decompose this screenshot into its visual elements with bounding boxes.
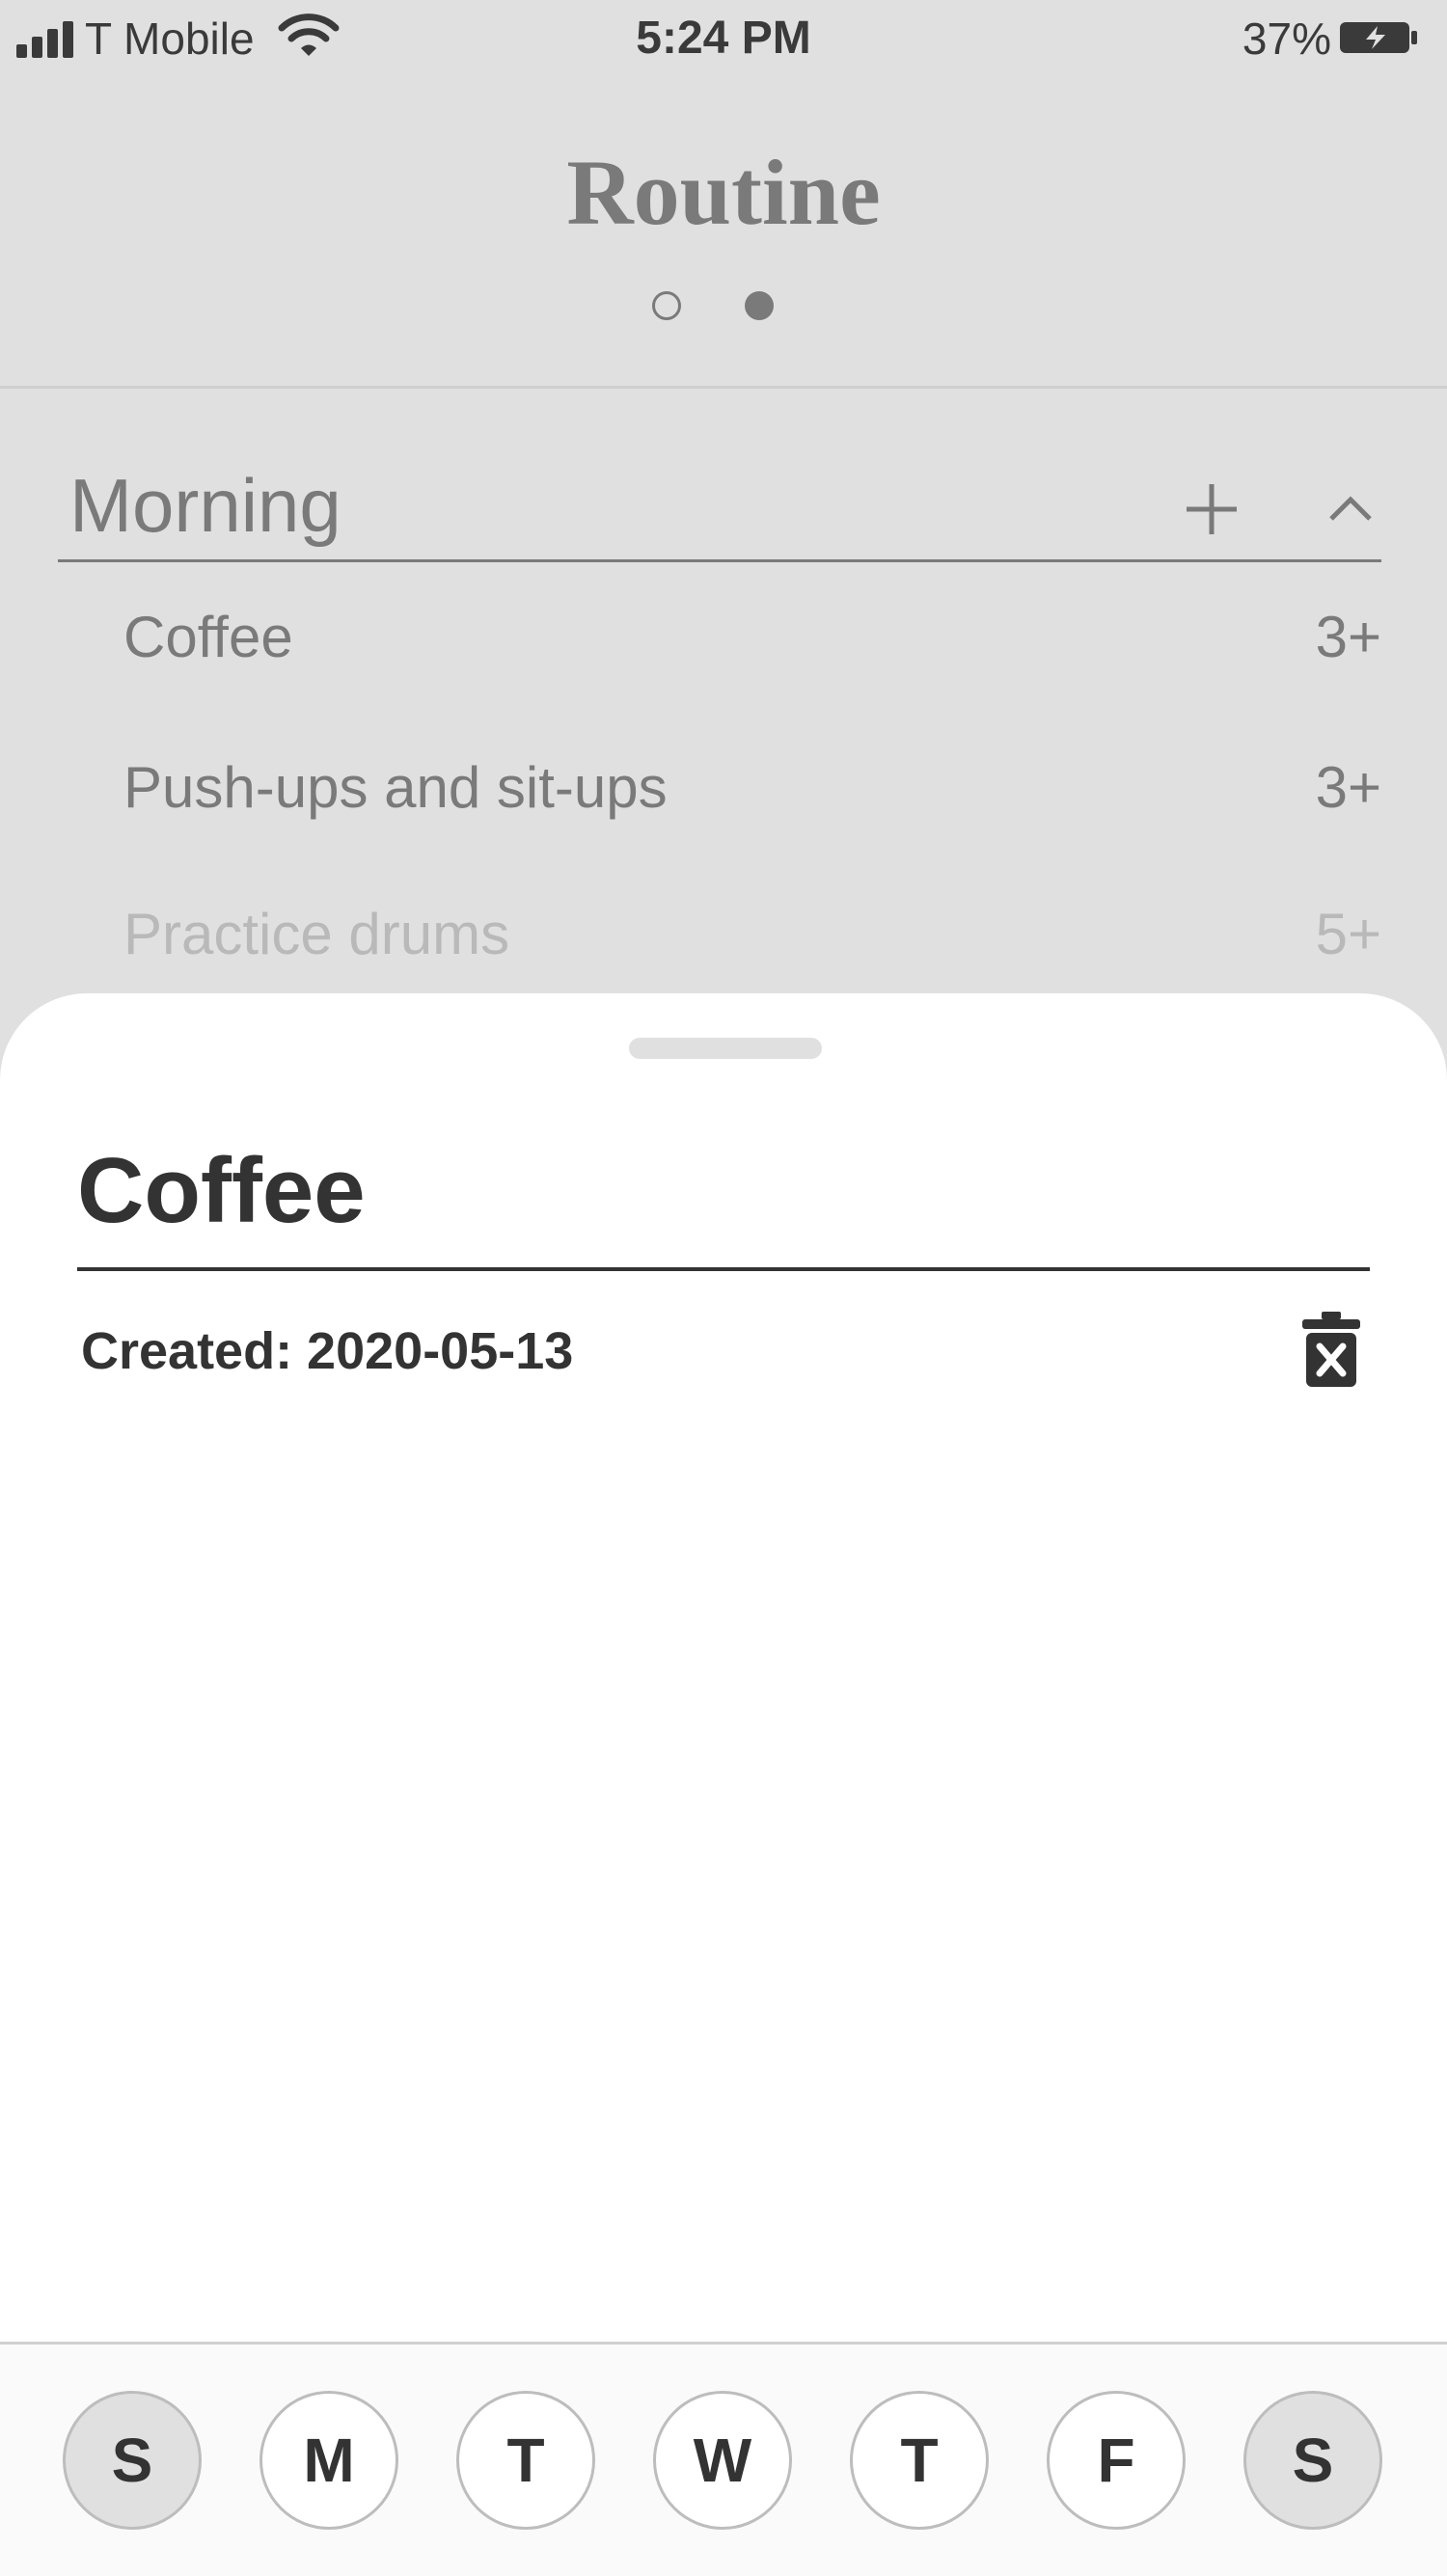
weekday-button[interactable]: F bbox=[1047, 2391, 1186, 2530]
delete-trash-icon[interactable] bbox=[1300, 1310, 1362, 1391]
task-row[interactable]: Coffee 3+ bbox=[123, 594, 1381, 681]
task-detail-title[interactable]: Coffee bbox=[77, 1138, 366, 1244]
task-row[interactable]: Practice drums 5+ bbox=[123, 891, 1381, 978]
task-score: 5+ bbox=[1315, 902, 1381, 966]
page-dot-2-active[interactable] bbox=[745, 291, 774, 320]
battery-percentage: 37% bbox=[1242, 14, 1331, 64]
page-indicator[interactable] bbox=[0, 291, 1447, 326]
weekday-button[interactable]: M bbox=[259, 2391, 398, 2530]
title-underline bbox=[77, 1267, 1370, 1271]
status-bar: T Mobile 5:24 PM 37% bbox=[0, 0, 1447, 77]
chevron-up-icon[interactable] bbox=[1312, 471, 1389, 548]
add-task-button[interactable] bbox=[1173, 471, 1250, 548]
section-title: Morning bbox=[69, 463, 341, 548]
sheet-grabber-handle[interactable] bbox=[629, 1038, 822, 1059]
page-dot-1[interactable] bbox=[652, 291, 681, 320]
task-score: 3+ bbox=[1315, 605, 1381, 669]
task-detail-sheet: Coffee Created: 2020-05-13 bbox=[0, 993, 1447, 2573]
page-title: Routine bbox=[566, 141, 881, 244]
header-divider bbox=[0, 386, 1447, 389]
weekday-selector: S M T W T F S bbox=[0, 2342, 1447, 2576]
task-name: Push-ups and sit-ups bbox=[123, 755, 668, 820]
task-name: Coffee bbox=[123, 605, 293, 669]
weekday-button[interactable]: W bbox=[653, 2391, 792, 2530]
weekday-button[interactable]: S bbox=[63, 2391, 202, 2530]
weekday-button[interactable]: T bbox=[850, 2391, 989, 2530]
task-row[interactable]: Push-ups and sit-ups 3+ bbox=[123, 745, 1381, 831]
battery-charging-icon bbox=[1340, 22, 1417, 53]
task-name: Practice drums bbox=[123, 902, 510, 966]
created-date: Created: 2020-05-13 bbox=[81, 1322, 574, 1380]
clock: 5:24 PM bbox=[636, 13, 811, 64]
weekday-button[interactable]: T bbox=[456, 2391, 595, 2530]
weekday-button[interactable]: S bbox=[1243, 2391, 1382, 2530]
task-score: 3+ bbox=[1315, 755, 1381, 820]
section-header-morning[interactable]: Morning bbox=[58, 451, 1381, 562]
